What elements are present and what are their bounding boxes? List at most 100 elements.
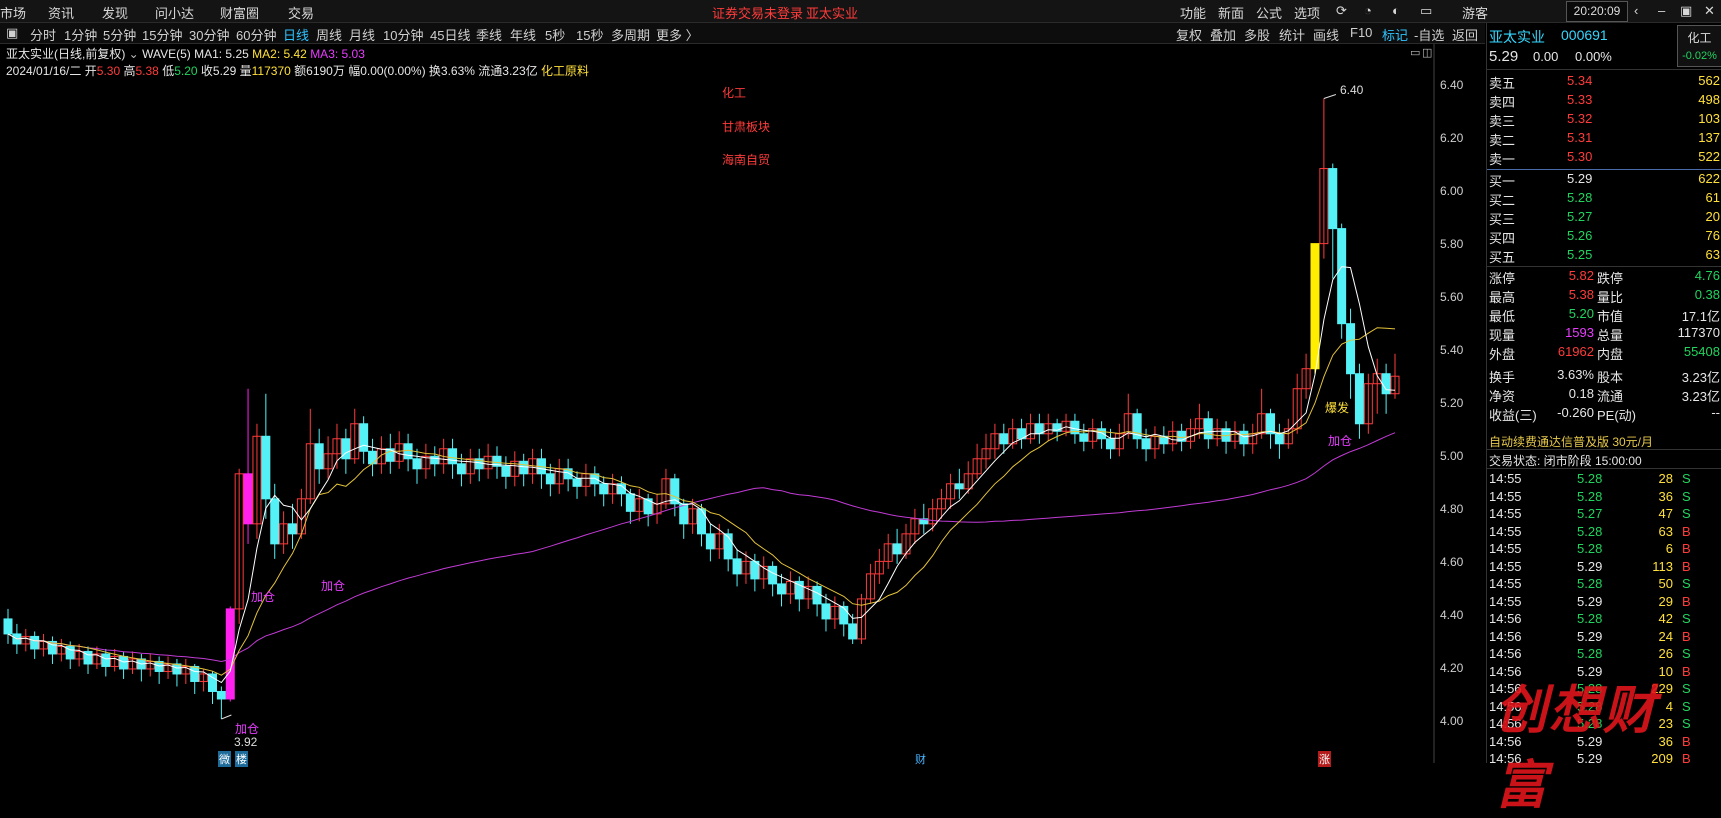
- candle[interactable]: [1310, 243, 1320, 374]
- candle[interactable]: [136, 653, 146, 682]
- period-tab-16[interactable]: 多周期: [611, 25, 650, 44]
- ask-row[interactable]: 卖四 5.33 498: [1487, 92, 1721, 110]
- maximize-icon[interactable]: ▣: [1680, 3, 1692, 19]
- candle[interactable]: [634, 488, 644, 522]
- candle[interactable]: [1319, 98, 1329, 259]
- menu-item-wenxiaoda[interactable]: 问小达: [155, 3, 194, 22]
- candle[interactable]: [954, 468, 964, 499]
- sector-value[interactable]: 化工原料: [541, 64, 589, 78]
- candle[interactable]: [323, 436, 333, 479]
- candle[interactable]: [1381, 363, 1391, 414]
- candle[interactable]: [1337, 223, 1347, 339]
- candle[interactable]: [234, 468, 244, 624]
- candle[interactable]: [145, 653, 155, 677]
- candle[interactable]: [225, 606, 235, 702]
- candle[interactable]: [474, 448, 484, 482]
- candle[interactable]: [305, 408, 315, 504]
- bid-row[interactable]: 买四 5.26 76: [1487, 228, 1721, 246]
- candle[interactable]: [1159, 426, 1169, 454]
- toolbar-back[interactable]: 返回: [1452, 25, 1478, 44]
- period-tab-9[interactable]: 月线: [349, 25, 375, 44]
- minimize-icon[interactable]: –: [1658, 3, 1665, 18]
- candle[interactable]: [910, 508, 920, 544]
- candle[interactable]: [803, 576, 813, 609]
- period-tab-14[interactable]: 5秒: [545, 25, 565, 44]
- bid-row[interactable]: 买一 5.29 622: [1487, 171, 1721, 189]
- candle[interactable]: [394, 431, 404, 469]
- sector-index-box[interactable]: 化工 -0.02%: [1677, 25, 1721, 67]
- period-tab-12[interactable]: 季线: [476, 25, 502, 44]
- candle[interactable]: [1203, 411, 1213, 449]
- toolbar-mark[interactable]: 标记: [1382, 25, 1408, 44]
- candle[interactable]: [883, 533, 893, 569]
- candle[interactable]: [812, 581, 822, 617]
- candle[interactable]: [928, 498, 938, 532]
- candle[interactable]: [705, 523, 715, 562]
- period-tab-15[interactable]: 15秒: [576, 25, 603, 44]
- candle[interactable]: [590, 466, 600, 497]
- candle[interactable]: [314, 428, 324, 484]
- candle[interactable]: [892, 528, 902, 564]
- quote-stock-name[interactable]: 亚太实业: [1489, 27, 1545, 47]
- candle[interactable]: [554, 458, 564, 494]
- period-tab-4[interactable]: 15分钟: [142, 25, 182, 44]
- period-tab-11[interactable]: 45日线: [430, 25, 470, 44]
- candle[interactable]: [963, 461, 973, 494]
- bid-row[interactable]: 买二 5.28 61: [1487, 190, 1721, 208]
- period-tab-1[interactable]: 分时: [30, 25, 56, 44]
- candle[interactable]: [403, 433, 413, 472]
- candle[interactable]: [990, 423, 1000, 459]
- candle[interactable]: [1328, 163, 1338, 279]
- promo-banner[interactable]: 自动续费通达信普及版 30元/月: [1489, 433, 1653, 450]
- bottom-mark-3[interactable]: 财: [915, 751, 926, 767]
- toolbar-multi[interactable]: 多股: [1244, 25, 1270, 44]
- bottom-mark-2[interactable]: 楼: [235, 751, 248, 767]
- candle[interactable]: [1363, 373, 1373, 434]
- refresh-icon[interactable]: ⟳: [1336, 3, 1347, 19]
- collapse-icon[interactable]: ▭: [1410, 46, 1420, 59]
- ask-row[interactable]: 卖五 5.34 562: [1487, 73, 1721, 91]
- candle[interactable]: [83, 646, 93, 674]
- menu-item-formula[interactable]: 公式: [1256, 3, 1282, 22]
- candle[interactable]: [1025, 413, 1035, 444]
- bid-row[interactable]: 买三 5.27 20: [1487, 209, 1721, 227]
- candle[interactable]: [1114, 423, 1124, 457]
- panel-toggle-icon[interactable]: ▣: [6, 25, 18, 41]
- menu-item-options[interactable]: 选项: [1294, 3, 1320, 22]
- candle[interactable]: [1346, 308, 1356, 399]
- candle[interactable]: [874, 548, 884, 584]
- candle[interactable]: [172, 658, 182, 687]
- candle[interactable]: [661, 468, 671, 509]
- candle[interactable]: [652, 493, 662, 524]
- candle[interactable]: [1257, 388, 1267, 439]
- candle[interactable]: [296, 488, 306, 539]
- candle[interactable]: [670, 473, 680, 517]
- candle[interactable]: [545, 463, 555, 497]
- ask-row[interactable]: 卖二 5.31 137: [1487, 130, 1721, 148]
- candle[interactable]: [56, 638, 66, 662]
- candle[interactable]: [1017, 418, 1027, 449]
- ask-row[interactable]: 卖一 5.30 522: [1487, 149, 1721, 167]
- chat-icon[interactable]: ▭: [1420, 3, 1432, 19]
- candle[interactable]: [865, 563, 875, 604]
- candle[interactable]: [216, 686, 226, 719]
- period-tab-daily[interactable]: 日线: [283, 25, 309, 44]
- candle[interactable]: [972, 443, 982, 479]
- candle[interactable]: [181, 658, 191, 684]
- candle[interactable]: [741, 551, 751, 584]
- period-tab-3[interactable]: 5分钟: [103, 25, 136, 44]
- candle[interactable]: [163, 656, 173, 679]
- sector-tag-2[interactable]: 甘肃板块: [722, 118, 770, 135]
- period-tab-more[interactable]: 更多 〉: [656, 25, 699, 44]
- candle[interactable]: [945, 473, 955, 509]
- candle[interactable]: [777, 573, 787, 607]
- menu-item-discover[interactable]: 发现: [102, 3, 128, 22]
- candle[interactable]: [759, 556, 769, 589]
- candle[interactable]: [154, 656, 164, 684]
- candle[interactable]: [785, 571, 795, 604]
- candle[interactable]: [1186, 418, 1196, 449]
- candle[interactable]: [412, 448, 422, 484]
- candle[interactable]: [599, 476, 609, 507]
- candle[interactable]: [572, 471, 582, 499]
- candle[interactable]: [1239, 423, 1249, 457]
